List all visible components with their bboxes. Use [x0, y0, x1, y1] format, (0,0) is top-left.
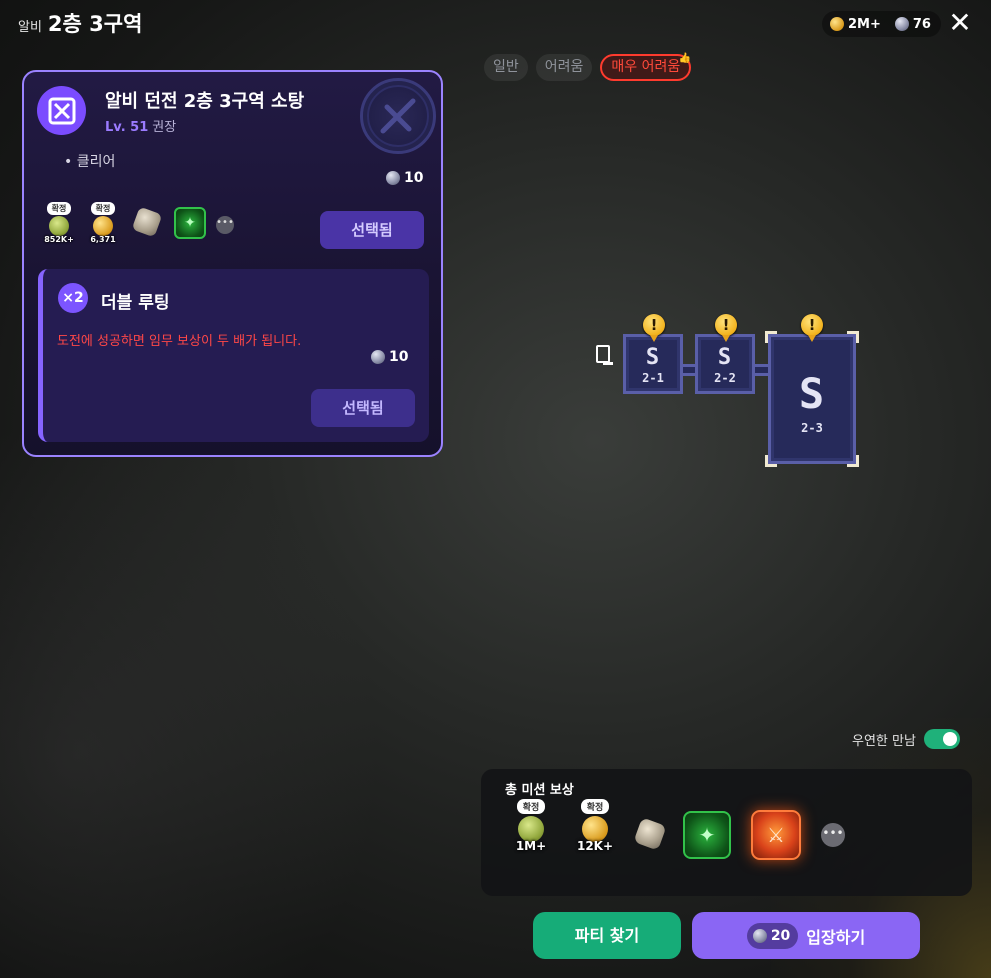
reward-item[interactable]: 확정 852K+: [42, 202, 76, 244]
reward-amount: 852K+: [44, 235, 74, 244]
background-glow-left: [0, 420, 380, 978]
green-crystal-icon[interactable]: ✦: [174, 207, 206, 239]
reward-item[interactable]: [130, 202, 164, 242]
tab-hard[interactable]: 어려움: [535, 54, 593, 81]
stone-amount: 76: [912, 16, 931, 32]
total-rewards-panel: 총 미션 보상 확정 1M+ 확정 12K+ ✦ ⚔ •••: [481, 769, 972, 896]
crossed-swords-emblem-icon: [360, 78, 436, 154]
more-icon[interactable]: •••: [216, 216, 234, 234]
stone-icon: [371, 350, 385, 364]
level-value: Lv. 51: [105, 120, 149, 135]
room-2-1[interactable]: S 2-1: [623, 334, 683, 394]
alert-icon: !: [643, 314, 665, 342]
reward-amount: 1M+: [515, 839, 547, 853]
difficulty-tabs: 일반 어려움 매우 어려움 👍: [484, 53, 692, 81]
recommended-level: Lv. 51 권장: [105, 116, 176, 135]
mission-rewards: 확정 852K+ 확정 6,371 ✦ •••: [42, 202, 234, 244]
total-rewards-title: 총 미션 보상: [505, 783, 574, 798]
double-loot-cost: 10: [371, 349, 408, 365]
green-crystal-icon[interactable]: ✦: [683, 811, 731, 859]
stone-icon: [752, 928, 767, 943]
double-loot-description: 도전에 성공하면 임무 보상이 두 배가 됩니다.: [57, 334, 302, 349]
thumbs-up-icon: 👍: [678, 53, 692, 64]
page-subtitle: 알비: [18, 20, 42, 35]
enter-button[interactable]: 20 입장하기: [692, 912, 920, 959]
page-title: 알비 2층 3구역: [18, 8, 142, 38]
double-loot-cost-value: 10: [389, 349, 409, 365]
encounter-setting: 우연한 만남: [852, 729, 960, 749]
reward-amount: 6,371: [90, 235, 116, 244]
guaranteed-badge: 확정: [580, 799, 610, 814]
double-loot-title: 더블 루팅: [101, 293, 170, 313]
stone-icon: [894, 17, 909, 31]
page-title-text: 2층 3구역: [47, 12, 143, 36]
guaranteed-badge: 확정: [516, 799, 546, 814]
room-glyph: S: [645, 345, 661, 370]
selection-corner: [847, 455, 859, 467]
mission-cost: 10: [386, 170, 423, 186]
stone-icon: [386, 171, 400, 185]
room-2-2[interactable]: S 2-2: [695, 334, 755, 394]
gold-amount: 2M+: [848, 16, 881, 32]
mission-title: 알비 던전 2층 3구역 소탕: [105, 91, 305, 112]
level-suffix: 권장: [152, 120, 177, 135]
ore-icon: [131, 206, 163, 238]
currency-display: 2M+ 76: [822, 11, 941, 37]
tab-normal[interactable]: 일반: [484, 54, 528, 81]
room-glyph: S: [798, 369, 826, 418]
tab-very-hard[interactable]: 매우 어려움 👍: [600, 53, 692, 81]
enter-cost-value: 20: [770, 927, 791, 944]
select-double-loot-button[interactable]: 선택됨: [311, 389, 415, 427]
reward-amount: 12K+: [576, 839, 614, 853]
room-label: 2-1: [642, 371, 664, 385]
gold-coin-icon: [93, 216, 113, 236]
total-rewards-list: 확정 1M+ 확정 12K+ ✦ ⚔ •••: [509, 799, 845, 860]
close-button[interactable]: ✕: [944, 8, 976, 40]
more-icon[interactable]: •••: [821, 823, 845, 847]
selection-corner: [765, 331, 777, 343]
room-glyph: S: [717, 345, 733, 370]
ore-icon[interactable]: [633, 817, 667, 851]
room-label: 2-3: [801, 421, 823, 435]
select-mission-button[interactable]: 선택됨: [320, 211, 424, 249]
encounter-toggle[interactable]: [923, 729, 960, 749]
double-badge-icon: ×2: [58, 283, 88, 313]
find-party-button[interactable]: 파티 찾기: [533, 912, 681, 959]
double-loot-panel: ×2 더블 루팅 도전에 성공하면 임무 보상이 두 배가 됩니다. 10 선택…: [38, 269, 429, 442]
alert-icon: !: [715, 314, 737, 342]
entrance-door-icon: [596, 345, 613, 365]
encounter-label: 우연한 만남: [852, 733, 916, 749]
room-label: 2-2: [714, 371, 736, 385]
sweep-mission-icon: [37, 86, 86, 135]
reward-item[interactable]: 확정 12K+: [573, 799, 617, 857]
enter-label: 입장하기: [806, 927, 866, 947]
reward-item[interactable]: 확정 1M+: [509, 799, 553, 857]
mission-card: 알비 던전 2층 3구역 소탕 Lv. 51 권장 • 클리어 10 확정 852…: [22, 70, 443, 457]
selection-corner: [765, 455, 777, 467]
gold-coin-icon: [830, 17, 844, 31]
reward-item[interactable]: 확정 6,371: [86, 202, 120, 244]
fire-weapon-icon[interactable]: ⚔: [751, 810, 801, 860]
room-2-3[interactable]: S 2-3: [768, 334, 856, 464]
tab-very-hard-label: 매우 어려움: [611, 59, 681, 75]
selection-corner: [847, 331, 859, 343]
dungeon-map: S 2-1 S 2-2 S 2-3 ! ! !: [592, 312, 862, 472]
guaranteed-badge: 확정: [90, 202, 116, 215]
ticket-icon: [49, 216, 69, 236]
enter-cost: 20: [746, 922, 799, 949]
mission-objective: • 클리어: [64, 154, 116, 170]
alert-icon: !: [801, 314, 823, 342]
guaranteed-badge: 확정: [46, 202, 72, 215]
mission-cost-value: 10: [404, 170, 424, 186]
